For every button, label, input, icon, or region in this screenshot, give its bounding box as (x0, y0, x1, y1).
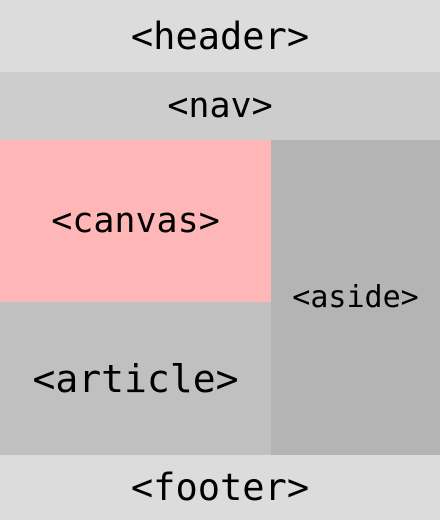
article-block: <article> (0, 302, 271, 455)
canvas-block: <canvas> (0, 140, 271, 302)
footer-label: <footer> (130, 466, 310, 509)
canvas-label: <canvas> (51, 201, 220, 241)
aside-label: <aside> (292, 280, 419, 315)
header-block: <header> (0, 0, 440, 72)
nav-block: <nav> (0, 72, 440, 140)
footer-block: <footer> (0, 455, 440, 520)
aside-block: <aside> (271, 140, 440, 455)
semantic-layout-diagram: <header> <nav> <canvas> <article> <aside… (0, 0, 440, 520)
article-label: <article> (32, 356, 239, 401)
nav-label: <nav> (167, 86, 273, 126)
header-label: <header> (130, 14, 310, 58)
